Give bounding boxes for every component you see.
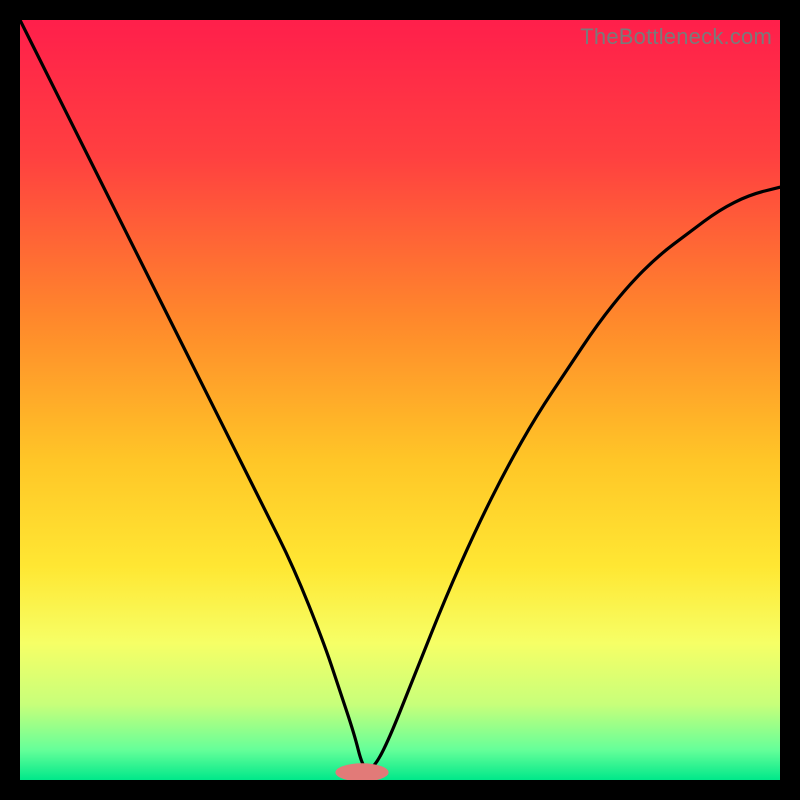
chart-svg	[20, 20, 780, 780]
chart-frame: TheBottleneck.com	[20, 20, 780, 780]
chart-background	[20, 20, 780, 780]
watermark-text: TheBottleneck.com	[580, 24, 772, 50]
